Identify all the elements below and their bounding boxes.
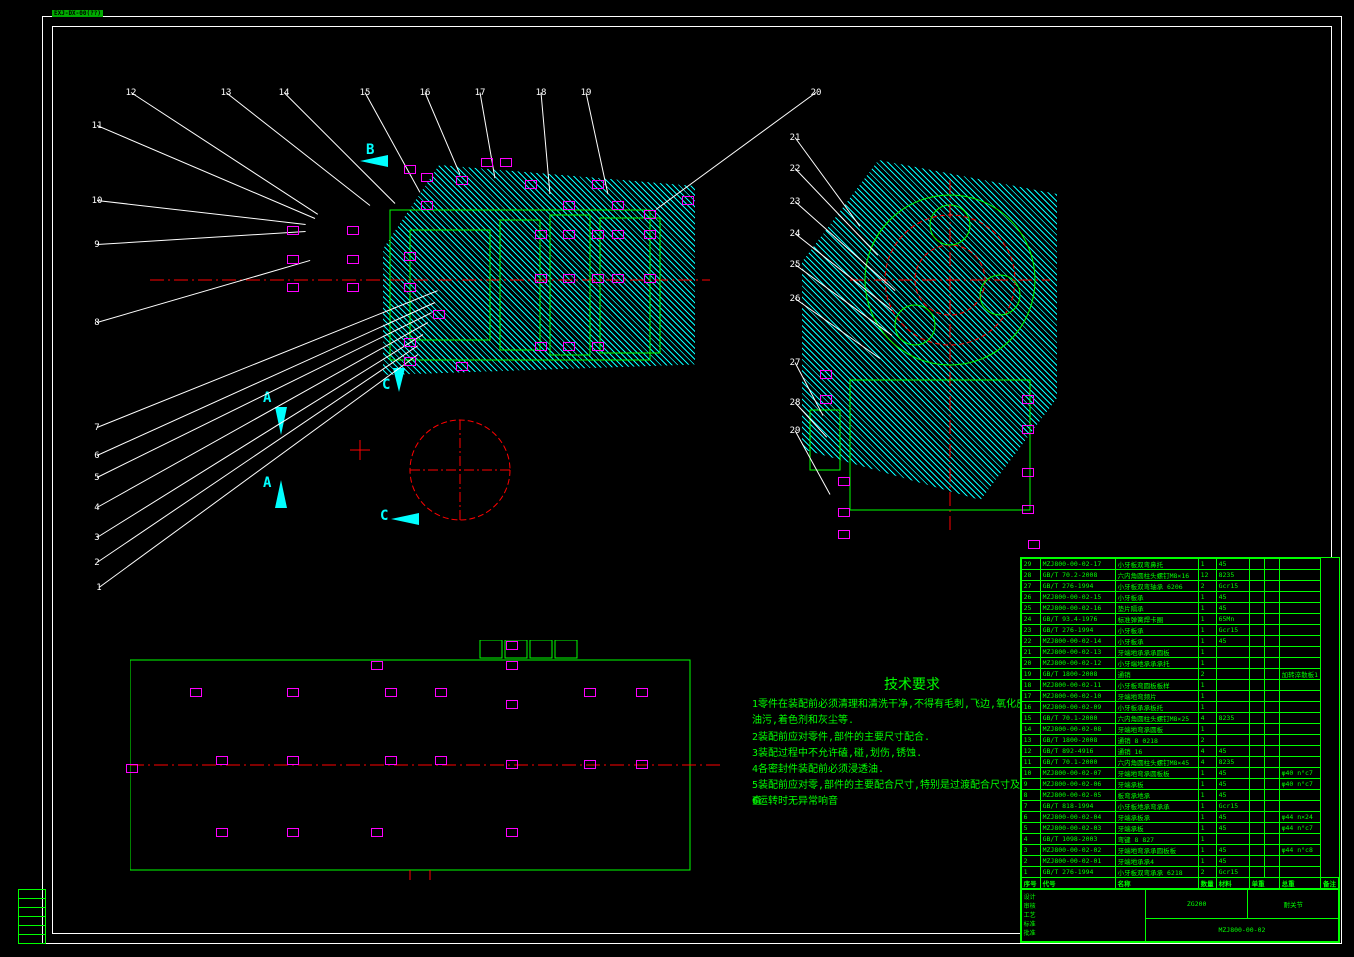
dim-node — [838, 477, 850, 486]
dim-node — [456, 176, 468, 185]
dim-node — [612, 230, 624, 239]
dim-node — [126, 764, 138, 773]
dim-node — [506, 828, 518, 837]
dim-node — [644, 210, 656, 219]
dim-node — [404, 283, 416, 292]
dim-node — [287, 283, 299, 292]
dim-node — [535, 342, 547, 351]
dim-node — [287, 226, 299, 235]
dim-node — [535, 230, 547, 239]
dim-node — [563, 342, 575, 351]
dim-node — [347, 283, 359, 292]
dim-node — [612, 201, 624, 210]
dim-node — [838, 530, 850, 539]
section-a2: A — [263, 475, 271, 491]
dim-node — [404, 165, 416, 174]
dim-node — [404, 338, 416, 347]
dim-node — [190, 688, 202, 697]
dim-node — [563, 274, 575, 283]
dim-node — [592, 274, 604, 283]
side-legend — [18, 889, 46, 943]
dim-node — [404, 357, 416, 366]
bom-table: 29MZJ800-00-02-17小牙板双弯鼻托14528GB/T 70.2-2… — [1020, 557, 1340, 943]
dim-node — [506, 641, 518, 650]
dim-node — [820, 395, 832, 404]
dim-node — [421, 173, 433, 182]
dim-node — [612, 274, 624, 283]
dim-node — [525, 180, 537, 189]
dim-node — [287, 688, 299, 697]
dim-node — [506, 661, 518, 670]
dim-node — [500, 158, 512, 167]
dim-node — [347, 226, 359, 235]
dim-node — [592, 230, 604, 239]
dim-node — [456, 362, 468, 371]
dim-node — [644, 230, 656, 239]
dim-node — [838, 508, 850, 517]
dim-node — [820, 370, 832, 379]
dim-node — [1028, 540, 1040, 549]
dim-node — [563, 230, 575, 239]
dim-node — [371, 661, 383, 670]
dim-node — [421, 201, 433, 210]
dim-node — [216, 756, 228, 765]
section-b: B — [366, 142, 374, 158]
dim-node — [347, 255, 359, 264]
dim-node — [1022, 505, 1034, 514]
dim-node — [636, 760, 648, 769]
dim-node — [636, 688, 648, 697]
dim-node — [435, 756, 447, 765]
drawing-number: MZJ800-00-02 — [1145, 919, 1338, 942]
dim-node — [404, 252, 416, 261]
dim-node — [644, 274, 656, 283]
dim-node — [371, 828, 383, 837]
dim-node — [287, 255, 299, 264]
dim-node — [682, 196, 694, 205]
req-title: 技术要求 — [812, 677, 1012, 693]
dim-node — [433, 310, 445, 319]
dim-node — [592, 342, 604, 351]
dim-node — [535, 274, 547, 283]
product-model: ZG200 — [1145, 890, 1248, 919]
section-c2: C — [380, 508, 388, 524]
dim-node — [481, 158, 493, 167]
dim-node — [385, 756, 397, 765]
dim-node — [216, 828, 228, 837]
dim-node — [385, 688, 397, 697]
dim-node — [592, 180, 604, 189]
dim-node — [287, 756, 299, 765]
dim-node — [506, 760, 518, 769]
dim-node — [1022, 468, 1034, 477]
dim-node — [287, 828, 299, 837]
dim-node — [584, 760, 596, 769]
dim-node — [506, 700, 518, 709]
dim-node — [435, 688, 447, 697]
dim-node — [563, 201, 575, 210]
dim-node — [1022, 425, 1034, 434]
dim-node — [1022, 395, 1034, 404]
dim-node — [584, 688, 596, 697]
assembly-name: 耐关节 — [1248, 890, 1339, 919]
top-tag: EXJ-DX-00(??) — [52, 10, 103, 17]
